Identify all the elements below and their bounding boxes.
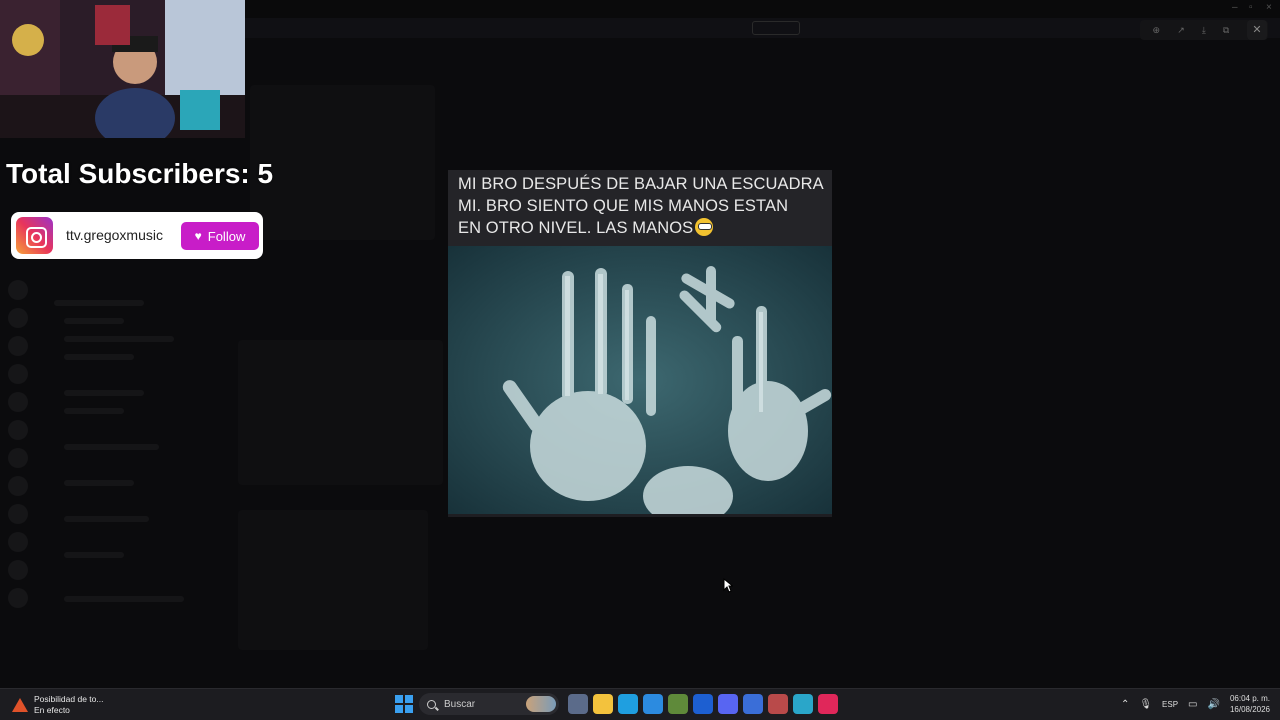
caption-line-3: EN OTRO NIVEL. LAS MANOS — [458, 217, 824, 239]
taskbar: Posibilidad de to... En efecto Buscar ⌃ … — [0, 688, 1280, 720]
search-placeholder: Buscar — [444, 698, 476, 710]
app-diamond-app-icon[interactable] — [742, 694, 763, 714]
notification-subtitle: En efecto — [34, 705, 70, 715]
app-f-app-icon[interactable] — [792, 694, 813, 714]
background-banner-button[interactable] — [752, 21, 800, 35]
clock-date: 16/08/2026 — [1229, 705, 1270, 714]
search-icon — [427, 699, 436, 709]
system-tray: ⌃ 🎙 ESP ▭ 🔊 06:04 p. m. 16/08/2026 — [1121, 693, 1270, 715]
download-icon[interactable]: ⤓ — [1202, 25, 1206, 36]
share-icon[interactable]: ↗ — [1177, 25, 1185, 36]
social-handle: ttv.gregoxmusic — [66, 227, 163, 243]
open-external-icon[interactable]: ⧉ — [1223, 25, 1229, 36]
tiktok-app-icon[interactable] — [817, 694, 838, 714]
zoom-in-icon[interactable]: ⊕ — [1153, 25, 1161, 36]
discord-app-icon[interactable] — [717, 694, 738, 714]
background-image-card — [238, 510, 428, 650]
notification-title: Posibilidad de to... — [34, 694, 104, 704]
task-view-app-icon[interactable] — [567, 694, 588, 714]
meme-caption: MI BRO DESPUÉS DE BAJAR UNA ESCUADRA MI.… — [448, 170, 832, 246]
search-highlight-image — [526, 696, 556, 712]
webcam-feed — [0, 0, 245, 138]
xray-hands-picture — [448, 246, 832, 514]
face-with-monocle-emoji-icon — [695, 218, 714, 236]
heart-icon: ♥ — [194, 229, 202, 243]
minimize-icon[interactable]: – — [1232, 2, 1238, 13]
mouse-cursor-icon — [723, 577, 734, 598]
minecraft-app-icon[interactable] — [667, 694, 688, 714]
caption-line-2: MI. BRO SIENTO QUE MIS MANOS ESTAN — [458, 197, 789, 215]
app-blue-app-icon[interactable] — [692, 694, 713, 714]
microphone-icon[interactable]: 🎙 — [1139, 699, 1152, 710]
instagram-icon — [16, 217, 53, 254]
follow-label: Follow — [207, 228, 246, 244]
caption-line-1: MI BRO DESPUÉS DE BAJAR UNA ESCUADRA — [458, 175, 824, 193]
weather-notification[interactable]: Posibilidad de to... En efecto — [12, 694, 103, 716]
background-image-card — [238, 340, 443, 485]
clock[interactable]: 06:04 p. m. 16/08/2026 — [1230, 693, 1270, 715]
social-card: ttv.gregoxmusic ♥ Follow — [11, 212, 263, 259]
network-icon[interactable]: ▭ — [1188, 699, 1197, 710]
store-app-icon[interactable] — [642, 694, 663, 714]
window-close-icon[interactable]: × — [1266, 2, 1272, 13]
clock-time: 06:04 p. m. — [1229, 694, 1270, 703]
caption-line-3-text: EN OTRO NIVEL. LAS MANOS — [458, 219, 694, 237]
meme-image: MI BRO DESPUÉS DE BAJAR UNA ESCUADRA MI.… — [448, 170, 832, 517]
volume-icon[interactable]: 🔊 — [1208, 699, 1220, 710]
follow-button[interactable]: ♥ Follow — [181, 222, 259, 250]
file-explorer-app-icon[interactable] — [592, 694, 613, 714]
background-image-card — [250, 85, 435, 240]
windows-start-icon[interactable] — [395, 695, 413, 713]
edge-app-icon[interactable] — [617, 694, 638, 714]
total-subscribers-label: Total Subscribers: 5 — [6, 158, 274, 189]
language-indicator[interactable]: ESP — [1162, 700, 1178, 709]
taskbar-search[interactable]: Buscar — [419, 693, 559, 715]
close-icon[interactable]: ✕ — [1247, 20, 1267, 40]
maximize-icon[interactable]: ▫ — [1249, 2, 1253, 13]
warning-icon — [12, 698, 28, 712]
background-channel-list — [34, 260, 204, 660]
app-gear-app-icon[interactable] — [767, 694, 788, 714]
pinned-apps — [565, 694, 840, 714]
chevron-up-icon[interactable]: ⌃ — [1121, 699, 1129, 710]
taskbar-center: Buscar — [395, 693, 840, 715]
